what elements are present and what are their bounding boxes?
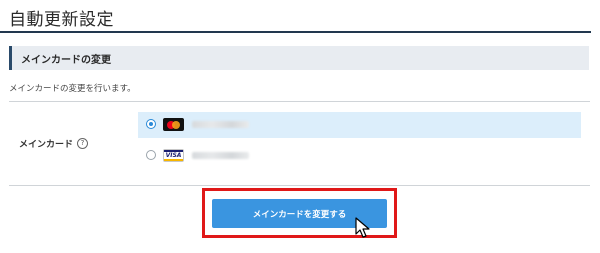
help-icon[interactable]: ? <box>77 138 89 149</box>
mastercard-icon <box>163 118 184 131</box>
radio-visa[interactable] <box>146 150 156 160</box>
form-divider-bottom <box>9 185 590 186</box>
mouse-cursor-icon <box>355 217 370 238</box>
form-divider-top <box>9 101 590 102</box>
card-option-mastercard[interactable] <box>138 112 581 138</box>
main-card-label: メインカード <box>19 140 74 150</box>
card-option-visa[interactable]: VISA <box>138 143 581 169</box>
masked-card-number <box>192 121 249 128</box>
section-header: メインカードの変更 <box>9 46 589 70</box>
section-header-label: メインカードの変更 <box>21 55 111 66</box>
masked-card-number <box>192 152 249 159</box>
main-card-field-label: メインカード ? <box>19 137 89 150</box>
section-description: メインカードの変更を行います。 <box>9 84 136 94</box>
title-divider <box>0 31 591 33</box>
page-title: 自動更新設定 <box>9 10 114 30</box>
radio-mastercard[interactable] <box>146 119 156 129</box>
visa-icon: VISA <box>163 149 184 162</box>
